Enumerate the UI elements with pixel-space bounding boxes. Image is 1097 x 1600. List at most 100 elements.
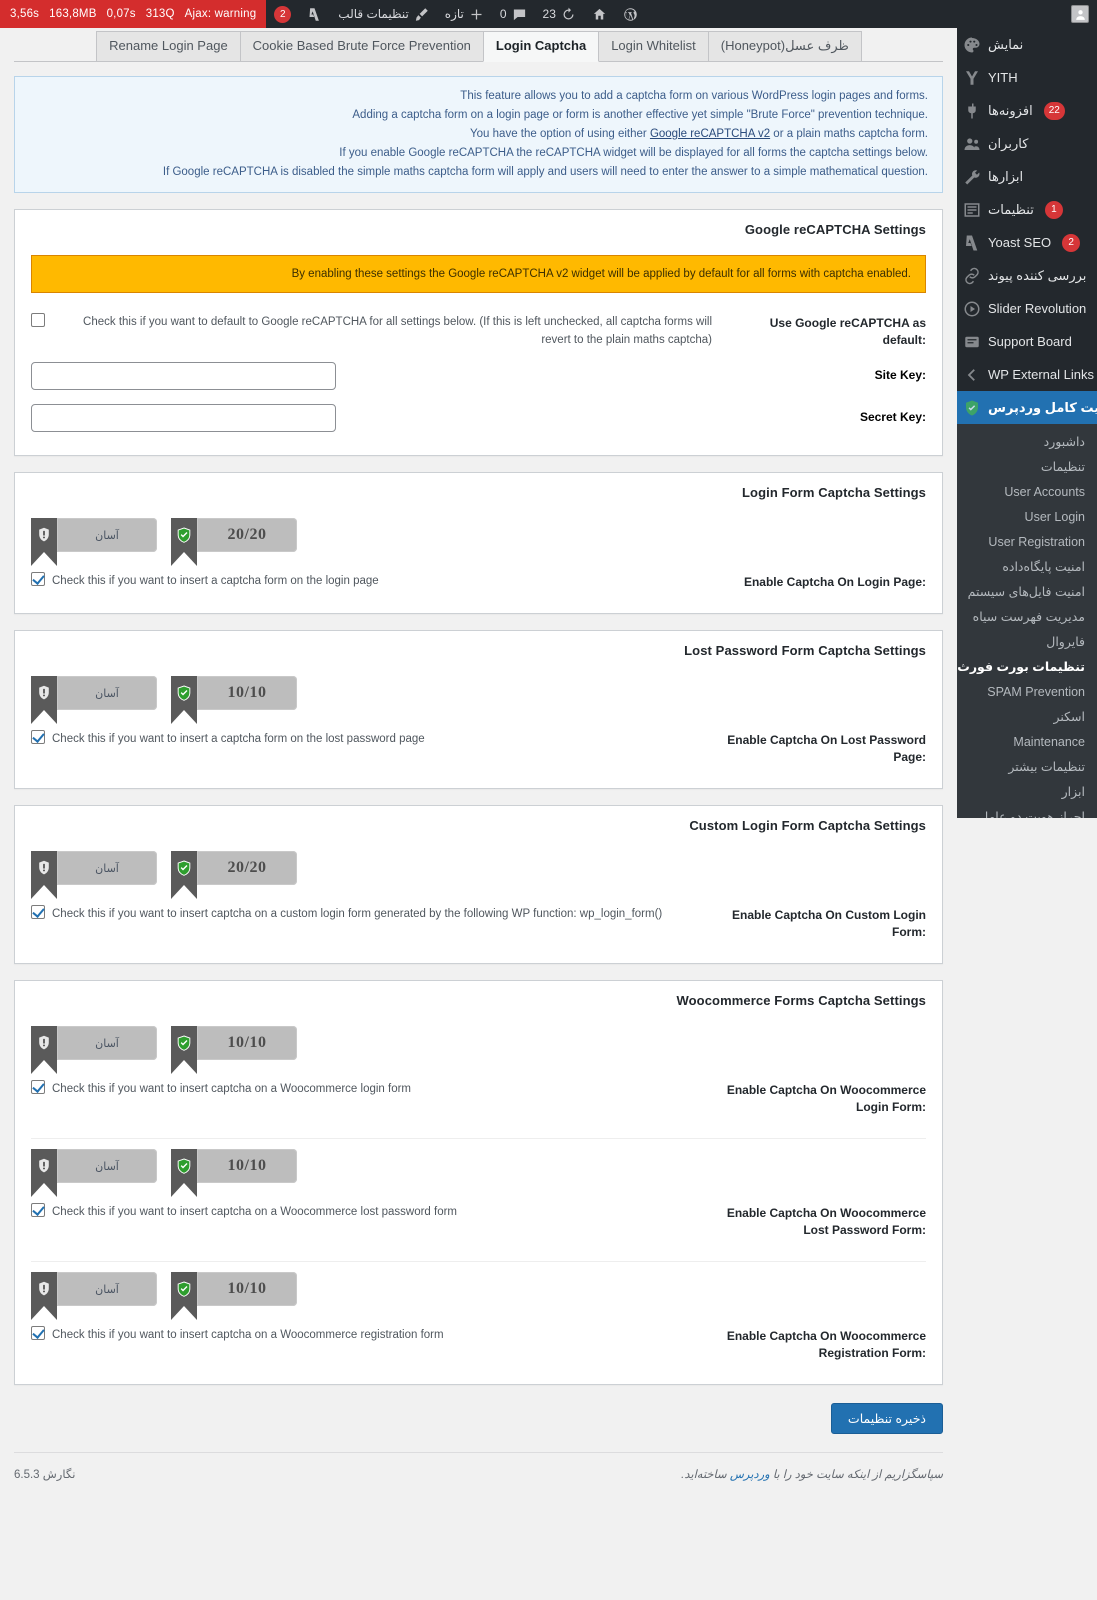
use-recaptcha-checkbox-wrap[interactable]: Check this if you want to default to Goo… — [31, 313, 712, 349]
support-icon — [963, 333, 981, 351]
sidebar-item-6[interactable]: 2 Yoast SEO — [957, 226, 1097, 259]
wordpress-link[interactable]: وردپرس — [730, 1469, 770, 1481]
sidebar-item-1[interactable]: YITH — [957, 61, 1097, 94]
row-checkbox[interactable] — [31, 1203, 45, 1217]
use-recaptcha-checkbox[interactable] — [31, 313, 45, 327]
sidebar-subitem-9[interactable]: تنظیمات بورت فورث — [957, 655, 1097, 680]
sidebar-item-label: تنظیمات — [988, 201, 1034, 217]
admin-bar-item-site-home[interactable] — [584, 0, 615, 28]
sidebar-subitem-11[interactable]: اسکنر — [957, 705, 1097, 730]
sidebar-subitem-4[interactable]: User Registration — [957, 530, 1097, 555]
row-checkbox-wrap[interactable]: Check this if you want to insert captcha… — [31, 1080, 411, 1098]
recaptcha-warning: By enabling these settings the Google re… — [31, 255, 926, 293]
row-checkbox[interactable] — [31, 905, 45, 919]
green-shield-icon — [171, 676, 197, 724]
sidebar-item-7[interactable]: بررسی کننده پیوند — [957, 259, 1097, 292]
row-3-extra-1: Enable Captcha On Woocommerce Registrati… — [31, 1310, 926, 1368]
sidebar-item-10[interactable]: WP External Links — [957, 358, 1097, 391]
sidebar-subitem-12[interactable]: Maintenance — [957, 730, 1097, 755]
badge-plate: 10/10 — [197, 1272, 297, 1306]
admin-bar-item-new[interactable]: تازه — [437, 0, 492, 28]
shield-check-icon — [963, 399, 981, 417]
row-checkbox-wrap[interactable]: Check this if you want to insert captcha… — [31, 1203, 457, 1221]
tab-4[interactable]: Rename Login Page — [96, 31, 241, 61]
admin-bar-item-updates[interactable]: 23 — [535, 0, 584, 28]
query-monitor-bar[interactable]: 3,56s 163,8MB 0,07s 313Q Ajax: warning — [0, 0, 267, 28]
site-key-input[interactable] — [31, 362, 336, 390]
row-checkbox-wrap[interactable]: Check this if you want to insert captcha… — [31, 1326, 444, 1344]
row-checkbox[interactable] — [31, 1326, 45, 1340]
sidebar-subitem-0[interactable]: داشبورد — [957, 430, 1097, 455]
exclamation-icon — [39, 685, 49, 700]
recaptcha-v2-link[interactable]: Google reCAPTCHA v2 — [650, 128, 770, 140]
exclamation-icon — [31, 518, 57, 566]
admin-bar-item-wp-logo[interactable] — [615, 0, 646, 28]
tab-3[interactable]: Cookie Based Brute Force Prevention — [239, 31, 484, 61]
sidebar-subitem-1[interactable]: تنظیمات — [957, 455, 1097, 480]
section-badges-extra: 10/10 آسان — [31, 1262, 926, 1320]
sidebar-item-8[interactable]: Slider Revolution — [957, 292, 1097, 325]
admin-bar-item-theme-settings[interactable] — [299, 0, 330, 28]
sidebar-item-2[interactable]: 22 افزونه‌ها — [957, 94, 1097, 127]
tab-1[interactable]: Login Whitelist — [598, 31, 709, 61]
recaptcha-panel-body: By enabling these settings the Google re… — [15, 241, 942, 455]
sidebar-item-3[interactable]: کاربران — [957, 127, 1097, 160]
admin-bar-error-count[interactable]: 2 — [266, 0, 299, 28]
badge-ribbon-1: آسان — [31, 851, 157, 899]
error-count-badge: 2 — [274, 5, 292, 23]
sidebar-item-4[interactable]: ابزارها — [957, 160, 1097, 193]
admin-footer: سپاسگزاریم از اینکه سایت خود را با وردپر… — [14, 1452, 943, 1491]
sidebar-item-5[interactable]: 1 تنظیمات — [957, 193, 1097, 226]
sidebar-subitem-2[interactable]: User Accounts — [957, 480, 1097, 505]
secret-key-input[interactable] — [31, 404, 336, 432]
row-label: Enable Captcha On Woocommerce Lost Passw… — [726, 1206, 926, 1237]
save-settings-button[interactable]: ذخیره تنظیمات — [830, 1403, 943, 1434]
section-body: 10/10 آسان Enable Captcha On Lost Password… — [15, 662, 942, 788]
sidebar-subitem-7[interactable]: مدیریت فهرست سیاه — [957, 605, 1097, 630]
sidebar-item-wp-security[interactable]: امنیت کامل وردپرس — [957, 391, 1097, 424]
sidebar-item-9[interactable]: Support Board — [957, 325, 1097, 358]
row-checkbox-wrap[interactable]: Check this if you want to insert captcha… — [31, 905, 662, 923]
row-checkbox[interactable] — [31, 572, 45, 586]
sidebar-subitem-13[interactable]: تنظیمات بیشتر — [957, 755, 1097, 780]
row-checkbox[interactable] — [31, 1080, 45, 1094]
sidebar-subitem-14[interactable]: ابزار — [957, 780, 1097, 805]
green-shield-icon — [171, 1272, 197, 1320]
sidebar-badge: 22 — [1043, 101, 1065, 120]
sidebar-item-0[interactable]: نمایش — [957, 28, 1097, 61]
row-field: Check this if you want to insert captcha… — [31, 1080, 726, 1098]
badge-plate: 20/20 — [197, 518, 297, 552]
row-checkbox-wrap[interactable]: Check this if you want to insert a captc… — [31, 730, 425, 748]
sidebar-subitem-3[interactable]: User Login — [957, 505, 1097, 530]
row-checkbox-wrap[interactable]: Check this if you want to insert a captc… — [31, 572, 379, 590]
badge-plate: 10/10 — [197, 1149, 297, 1183]
badge-ribbon-0: 10/10 — [171, 676, 297, 724]
footer-thanks: سپاسگزاریم از اینکه سایت خود را با وردپر… — [681, 1469, 943, 1481]
row-desc: Check this if you want to insert captcha… — [52, 1206, 458, 1218]
user-avatar-icon[interactable] — [1071, 5, 1089, 23]
info-line-3: If you enable Google reCAPTCHA the reCAP… — [339, 147, 928, 159]
admin-bar-item-theme[interactable]: تنظیمات قالب — [330, 0, 436, 28]
green-shield-icon — [171, 518, 197, 566]
qm-time: 3,56s — [10, 8, 40, 20]
row-field: Check this if you want to insert a captc… — [31, 572, 726, 590]
sidebar-subitem-10[interactable]: SPAM Prevention — [957, 680, 1097, 705]
exclamation-icon — [31, 1026, 57, 1074]
green-shield-icon — [177, 1158, 191, 1174]
sidebar-subitem-5[interactable]: امنیت پایگاه‌داده — [957, 555, 1097, 580]
row-checkbox[interactable] — [31, 730, 45, 744]
sidebar-subitem-8[interactable]: فایروال — [957, 630, 1097, 655]
sidebar-subitem-15[interactable]: احراز هویت دو عاملی — [957, 805, 1097, 818]
tab-0[interactable]: ظرف عسل(Honeypot) — [707, 31, 862, 61]
row-2-0: Enable Captcha On Custom Login Form: Chec… — [31, 889, 926, 947]
badge-plate: 20/20 — [197, 851, 297, 885]
admin-bar-item-comments[interactable]: 0 — [492, 0, 535, 28]
section-title: Login Form Captcha Settings — [742, 485, 926, 500]
green-shield-icon — [177, 1035, 191, 1051]
info-line-1: Adding a captcha form on a login page or… — [352, 109, 928, 121]
sidebar-subitem-6[interactable]: امنیت فایل‌های سیستم — [957, 580, 1097, 605]
yoast-logo-icon — [309, 7, 320, 21]
home-icon — [593, 8, 606, 19]
feature-info-box: This feature allows you to add a captcha… — [14, 76, 943, 193]
tab-2[interactable]: Login Captcha — [482, 31, 600, 62]
